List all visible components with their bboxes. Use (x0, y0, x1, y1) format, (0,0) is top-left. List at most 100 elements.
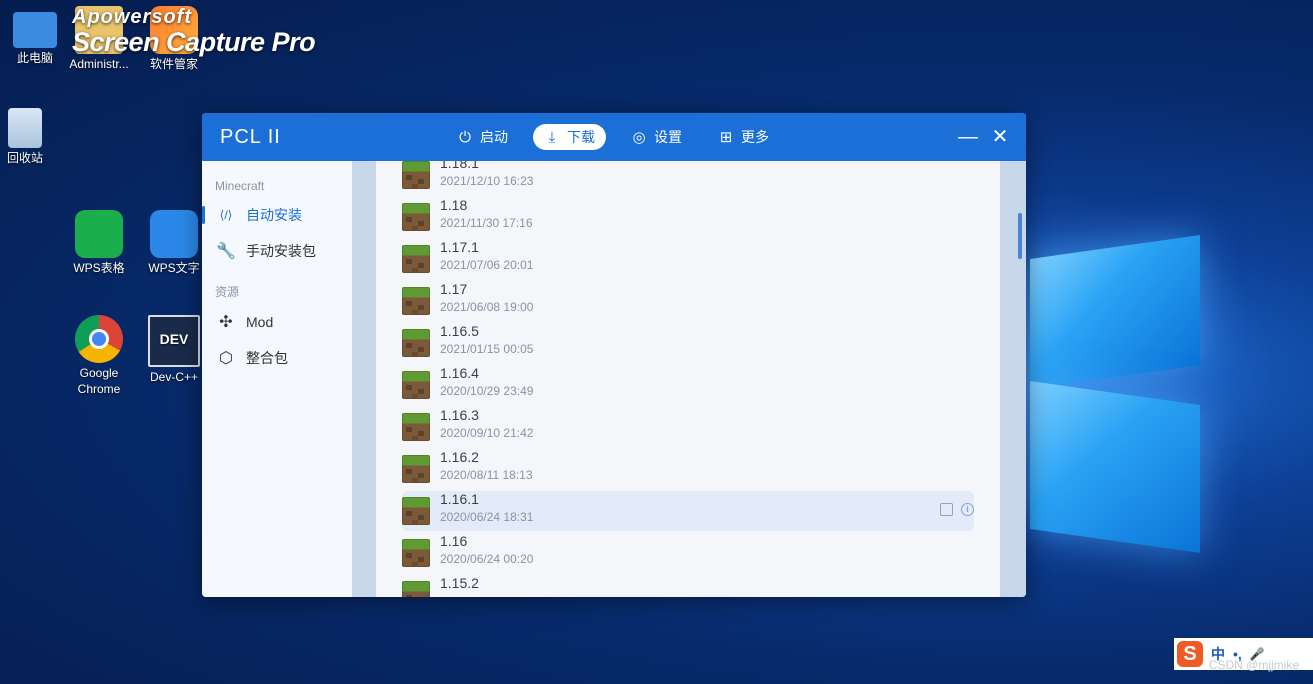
nav-launch[interactable]: ⏻ 启动 (446, 124, 519, 150)
sidebar-item-label: 自动安装 (246, 207, 302, 223)
content-area: 1.18.1 2021/12/10 16:23 1.18 2021/11/30 … (352, 161, 1026, 597)
sidebar-section-minecraft: Minecraft (215, 179, 265, 193)
close-button[interactable]: ✕ (988, 125, 1012, 149)
overlay-product: Screen Capture Pro (72, 27, 316, 57)
version-row[interactable]: 1.16.3 2020/09/10 21:42 (402, 407, 974, 447)
desktop-icon-recycle-bin[interactable]: 回收站 (0, 108, 60, 166)
desktop-icon-label: 回收站 (6, 151, 43, 165)
version-row[interactable]: 1.16 2020/06/24 00:20 (402, 533, 974, 573)
version-row[interactable]: 1.18 2021/11/30 17:16 (402, 197, 974, 237)
devcpp-icon: DEV (148, 315, 200, 367)
devcpp-icon-text: DEV (159, 331, 189, 347)
sidebar-item-label: Mod (246, 314, 274, 330)
version-name: 1.16.1 (440, 491, 479, 507)
overlay-brand: Apowersoft (72, 6, 192, 28)
puzzle-icon: ✣ (219, 314, 233, 331)
windows-logo-pane-top (1030, 235, 1200, 389)
windows-logo (1030, 225, 1205, 553)
version-date: 2020/06/24 18:31 (440, 510, 534, 524)
grass-block-icon (402, 539, 430, 567)
nav-download[interactable]: ⤓ 下载 (533, 124, 606, 150)
settings-icon: ◎ (632, 129, 646, 146)
wps-spreadsheet-icon (75, 210, 123, 258)
nav-settings[interactable]: ◎ 设置 (620, 124, 693, 150)
grass-block-icon (402, 245, 430, 273)
version-date: 2020/06/24 00:20 (440, 552, 534, 566)
sogou-ime-icon[interactable]: S (1177, 641, 1203, 667)
desktop-icon-chrome[interactable]: Google Chrome (64, 315, 134, 397)
grass-block-icon (402, 287, 430, 315)
top-nav: ⏻ 启动 ⤓ 下载 ◎ 设置 ⊞ 更多 (446, 124, 794, 150)
version-date: 2020/08/11 18:13 (440, 468, 533, 482)
version-row-hovered[interactable]: 1.16.1 2020/06/24 18:31 i (402, 491, 974, 531)
desktop-icon-label: 此电脑 (16, 51, 53, 65)
sidebar-item-label: 手动安装包 (246, 243, 316, 259)
version-row[interactable]: 1.16.4 2020/10/29 23:49 (402, 365, 974, 405)
desktop-icon-wps-writer[interactable]: WPS文字 (139, 210, 209, 276)
desktop-icon-wps-et[interactable]: WPS表格 (64, 210, 134, 276)
desktop-icon-label: Dev-C++ (149, 370, 199, 384)
version-name: 1.16.3 (440, 407, 479, 423)
version-name: 1.15.2 (440, 575, 479, 591)
sidebar-section-resources: 资源 (215, 285, 240, 299)
desktop-icon-label: 软件管家 (149, 57, 198, 71)
nav-label: 启动 (480, 129, 508, 145)
list-scrollbar[interactable] (1018, 213, 1022, 259)
version-row[interactable]: 1.17.1 2021/07/06 20:01 (402, 239, 974, 279)
desktop-icon-label: WPS文字 (148, 261, 200, 275)
grass-block-icon (402, 455, 430, 483)
version-date: 2021/06/08 19:00 (440, 300, 534, 314)
grass-block-icon (402, 371, 430, 399)
version-list[interactable]: 1.18.1 2021/12/10 16:23 1.18 2021/11/30 … (376, 161, 1000, 597)
version-date: 2021/12/10 16:23 (440, 174, 534, 188)
info-icon[interactable]: i (961, 503, 974, 516)
version-date: 2020/09/10 21:42 (440, 426, 534, 440)
sidebar-item-modpack[interactable]: ⬡ 整合包 (202, 340, 352, 376)
version-name: 1.16.2 (440, 449, 479, 465)
nav-label: 下载 (567, 129, 595, 145)
grass-block-icon (402, 161, 430, 189)
nav-more[interactable]: ⊞ 更多 (707, 124, 780, 150)
version-name: 1.17.1 (440, 239, 479, 255)
row-actions: i (940, 503, 974, 516)
wps-writer-icon (150, 210, 198, 258)
version-name: 1.18.1 (440, 161, 479, 171)
grass-block-icon (402, 203, 430, 231)
desktop-icon-this-pc[interactable]: 此电脑 (0, 6, 70, 66)
sidebar-item-auto-install[interactable]: ⟨/⟩ 自动安装 (202, 197, 352, 233)
version-name: 1.16.4 (440, 365, 479, 381)
sidebar-item-label: 整合包 (246, 350, 288, 366)
app-title: PCL II (220, 126, 281, 148)
desktop-icon-label: WPS表格 (73, 261, 125, 275)
version-row[interactable]: 1.17 2021/06/08 19:00 (402, 281, 974, 321)
version-name: 1.16 (440, 533, 468, 549)
version-row[interactable]: 1.16.2 2020/08/11 18:13 (402, 449, 974, 489)
nav-label: 更多 (741, 129, 769, 145)
nav-label: 设置 (654, 129, 682, 145)
minimize-button[interactable]: — (956, 125, 980, 149)
sidebar-item-mod[interactable]: ✣ Mod (202, 304, 352, 340)
grid-icon: ⊞ (719, 129, 733, 146)
desktop-icon-label: Administr... (69, 57, 129, 71)
desktop-icon-label: Google Chrome (77, 366, 121, 396)
wrench-icon: 🔧 (216, 243, 236, 260)
computer-icon (13, 12, 57, 48)
grass-block-icon (402, 329, 430, 357)
desktop-icon-devcpp[interactable]: DEV Dev-C++ (139, 315, 209, 385)
save-icon[interactable] (940, 503, 953, 516)
version-row[interactable]: 1.16.5 2021/01/15 00:05 (402, 323, 974, 363)
watermark: CSDN @mjjmike (1208, 658, 1299, 672)
chrome-icon (75, 315, 123, 363)
windows-logo-pane-bottom (1030, 381, 1200, 553)
sidebar-item-manual-install[interactable]: 🔧 手动安装包 (202, 233, 352, 269)
title-bar[interactable]: PCL II ⏻ 启动 ⤓ 下载 ◎ 设置 ⊞ 更多 — ✕ (202, 113, 1026, 161)
grass-block-icon (402, 413, 430, 441)
version-row[interactable]: 1.18.1 2021/12/10 16:23 (402, 161, 974, 195)
power-icon: ⏻ (459, 128, 471, 146)
box-icon: ⬡ (219, 350, 233, 367)
version-date: 2021/11/30 17:16 (440, 216, 533, 230)
version-date: 2021/07/06 20:01 (440, 258, 534, 272)
grass-block-icon (402, 581, 430, 597)
sidebar: Minecraft ⟨/⟩ 自动安装 🔧 手动安装包 资源 ✣ Mod ⬡ 整合… (202, 161, 352, 597)
version-row[interactable]: 1.15.2 (402, 575, 974, 597)
